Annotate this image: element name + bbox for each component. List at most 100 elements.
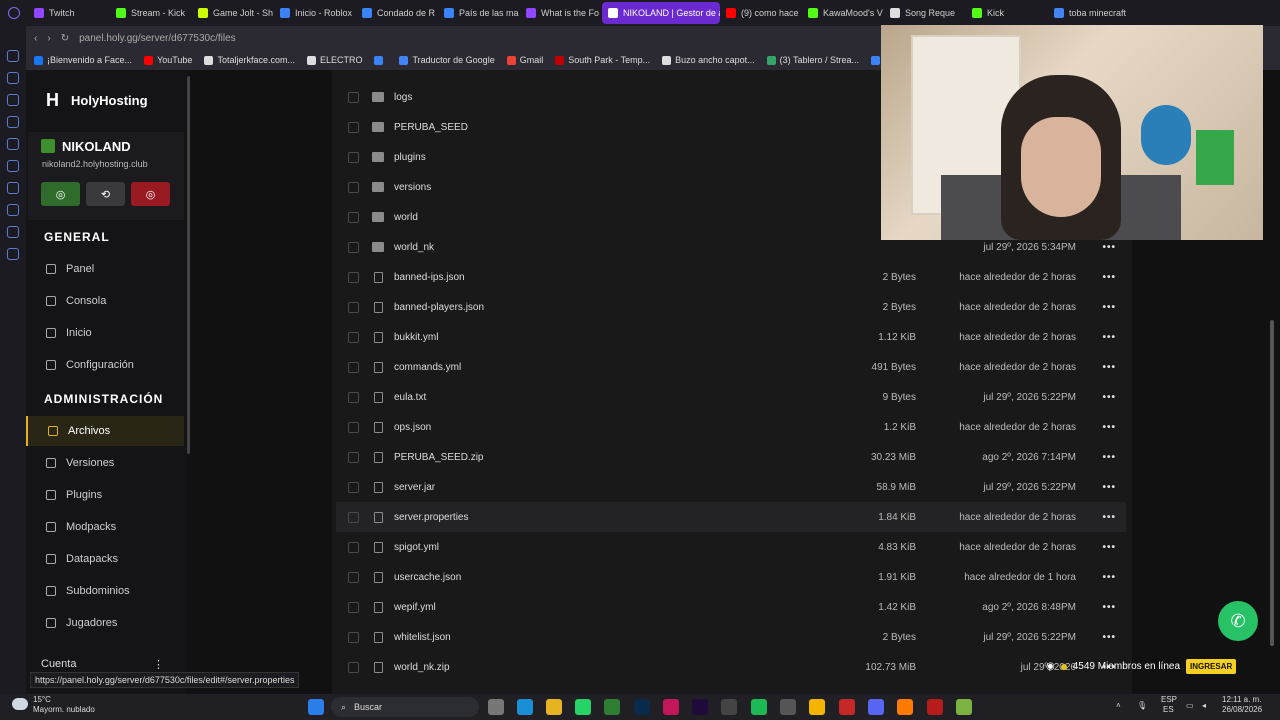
spotify-icon[interactable] — [751, 699, 767, 715]
more-horizontal-icon[interactable]: ••• — [1102, 542, 1116, 553]
file-checkbox[interactable] — [348, 181, 359, 193]
file-checkbox[interactable] — [348, 541, 359, 553]
tab-0[interactable]: Twitch — [28, 2, 110, 24]
more-vertical-icon[interactable]: ⋮ — [153, 658, 164, 671]
tab-5[interactable]: País de las ma — [438, 2, 520, 24]
reload-icon[interactable]: ↻ — [61, 33, 69, 44]
file-row[interactable]: world_nk.zip 102.73 MiB jul 29º, 2026 ••• — [336, 652, 1126, 682]
file-checkbox[interactable] — [348, 571, 359, 583]
file-checkbox[interactable] — [348, 391, 359, 403]
file-row[interactable]: server.jar 58.9 MiB jul 29º, 2026 5:22PM ••… — [336, 472, 1126, 502]
more-horizontal-icon[interactable]: ••• — [1102, 572, 1116, 583]
app-icon[interactable] — [927, 699, 943, 715]
file-row[interactable]: eula.txt 9 Bytes jul 29º, 2026 5:22PM ••• — [336, 382, 1126, 412]
file-name[interactable]: bukkit.yml — [394, 332, 438, 343]
twitch-icon[interactable] — [7, 50, 19, 62]
photoshop-icon[interactable] — [634, 699, 650, 715]
file-name[interactable]: logs — [394, 92, 412, 103]
tray-chevron-icon[interactable]: ˄ — [1116, 701, 1121, 710]
bookmark-9[interactable]: (3) Tablero / Strea... — [766, 55, 859, 65]
nav-item-consola[interactable]: Consola — [26, 286, 184, 316]
file-name[interactable]: PERUBA_SEED — [394, 122, 468, 133]
opera-icon[interactable] — [839, 699, 855, 715]
file-row[interactable]: commands.yml 491 Bytes hace alrededor de 2… — [336, 352, 1126, 382]
nav-item-subdominios[interactable]: Subdominios — [26, 576, 184, 606]
file-checkbox[interactable] — [348, 511, 359, 523]
extension-icon[interactable] — [7, 72, 19, 84]
file-checkbox[interactable] — [348, 661, 359, 673]
file-name[interactable]: world_nk — [394, 242, 434, 253]
tiktok-icon[interactable] — [7, 138, 19, 150]
file-name[interactable]: wepif.yml — [394, 602, 436, 613]
file-name[interactable]: whitelist.json — [394, 632, 451, 643]
tab-1[interactable]: Stream - Kick — [110, 2, 192, 24]
file-checkbox[interactable] — [348, 211, 359, 223]
edge-icon[interactable] — [517, 699, 533, 715]
file-name[interactable]: plugins — [394, 152, 426, 163]
more-horizontal-icon[interactable]: ••• — [1102, 452, 1116, 463]
start-button[interactable]: ◎ — [41, 182, 80, 206]
tab-10[interactable]: Song Reque — [884, 2, 966, 24]
file-name[interactable]: banned-players.json — [394, 302, 484, 313]
bookmark-7[interactable]: South Park - Temp... — [555, 55, 650, 65]
file-name[interactable]: server.jar — [394, 482, 435, 493]
brand[interactable]: H HolyHosting — [46, 90, 148, 111]
clock-time[interactable]: 12:11 a. m. — [1222, 695, 1261, 704]
minecraft-icon[interactable] — [604, 699, 620, 715]
more-horizontal-icon[interactable]: ••• — [1102, 272, 1116, 283]
file-name[interactable]: versions — [394, 182, 431, 193]
more-horizontal-icon[interactable]: ••• — [1102, 512, 1116, 523]
file-row[interactable]: usercache.json 1.91 KiB hace alrededor de … — [336, 562, 1126, 592]
bookmark-5[interactable]: Traductor de Google — [399, 55, 495, 65]
stop-button[interactable]: ◎ — [131, 182, 170, 206]
file-row[interactable]: banned-players.json 2 Bytes hace alrededor… — [336, 292, 1126, 322]
back-icon[interactable]: ‹ — [34, 33, 37, 44]
explorer-icon[interactable] — [546, 699, 562, 715]
network-icon[interactable]: ▭ — [1186, 701, 1194, 710]
nav-item-archivos[interactable]: Archivos — [26, 416, 184, 446]
file-name[interactable]: usercache.json — [394, 572, 461, 583]
file-row[interactable]: server.properties 1.84 KiB hace alrededor … — [336, 502, 1126, 532]
more-horizontal-icon[interactable]: ••• — [1102, 362, 1116, 373]
settings-icon[interactable] — [7, 248, 19, 260]
history-icon[interactable] — [7, 204, 19, 216]
discord-widget[interactable]: ◉ 4549 Miembros en línea INGRESAR — [1046, 659, 1237, 674]
bookmark-6[interactable]: Gmail — [506, 55, 543, 65]
file-row[interactable]: bukkit.yml 1.12 KiB hace alrededor de 2 ho… — [336, 322, 1126, 352]
file-checkbox[interactable] — [348, 151, 359, 163]
more-horizontal-icon[interactable]: ••• — [1102, 242, 1116, 253]
whatsapp-button[interactable]: ✆ — [1218, 601, 1258, 641]
nav-item-datapacks[interactable]: Datapacks — [26, 544, 184, 574]
more-horizontal-icon[interactable]: ••• — [1102, 482, 1116, 493]
file-name[interactable]: PERUBA_SEED.zip — [394, 452, 483, 463]
bookmark-8[interactable]: Buzo ancho capot... — [662, 55, 755, 65]
tab-8[interactable]: (9) como hace — [720, 2, 802, 24]
more-horizontal-icon[interactable]: ••• — [1102, 422, 1116, 433]
restart-button[interactable]: ⟲ — [86, 182, 125, 206]
x-icon[interactable] — [7, 160, 19, 172]
bookmark-4[interactable] — [374, 55, 387, 65]
tab-11[interactable]: Kick — [966, 2, 1048, 24]
whatsapp-taskbar-icon[interactable] — [575, 699, 591, 715]
nav-item-modpacks[interactable]: Modpacks — [26, 512, 184, 542]
more-horizontal-icon[interactable]: ••• — [1102, 602, 1116, 613]
file-checkbox[interactable] — [348, 421, 359, 433]
tab-7[interactable]: NIKOLAND | Gestor de ar — [602, 2, 720, 24]
more-horizontal-icon[interactable]: ••• — [1102, 392, 1116, 403]
file-checkbox[interactable] — [348, 301, 359, 313]
discord-taskbar-icon[interactable] — [868, 699, 884, 715]
file-checkbox[interactable] — [348, 331, 359, 343]
nav-item-versiones[interactable]: Versiones — [26, 448, 184, 478]
file-checkbox[interactable] — [348, 451, 359, 463]
more-horizontal-icon[interactable]: ••• — [1102, 632, 1116, 643]
player-icon[interactable] — [7, 182, 19, 194]
task-view-icon[interactable] — [488, 699, 504, 715]
file-checkbox[interactable] — [348, 601, 359, 613]
file-checkbox[interactable] — [348, 271, 359, 283]
file-checkbox[interactable] — [348, 481, 359, 493]
taskbar-search[interactable]: ⌕ Buscar — [331, 697, 479, 717]
bookmark-1[interactable]: YouTube — [144, 55, 192, 65]
bookmark-2[interactable]: Totaljerkface.com... — [204, 55, 295, 65]
file-name[interactable]: world_nk.zip — [394, 662, 450, 673]
file-row[interactable]: wepif.yml 1.42 KiB ago 2º, 2026 8:48PM ••• — [336, 592, 1126, 622]
